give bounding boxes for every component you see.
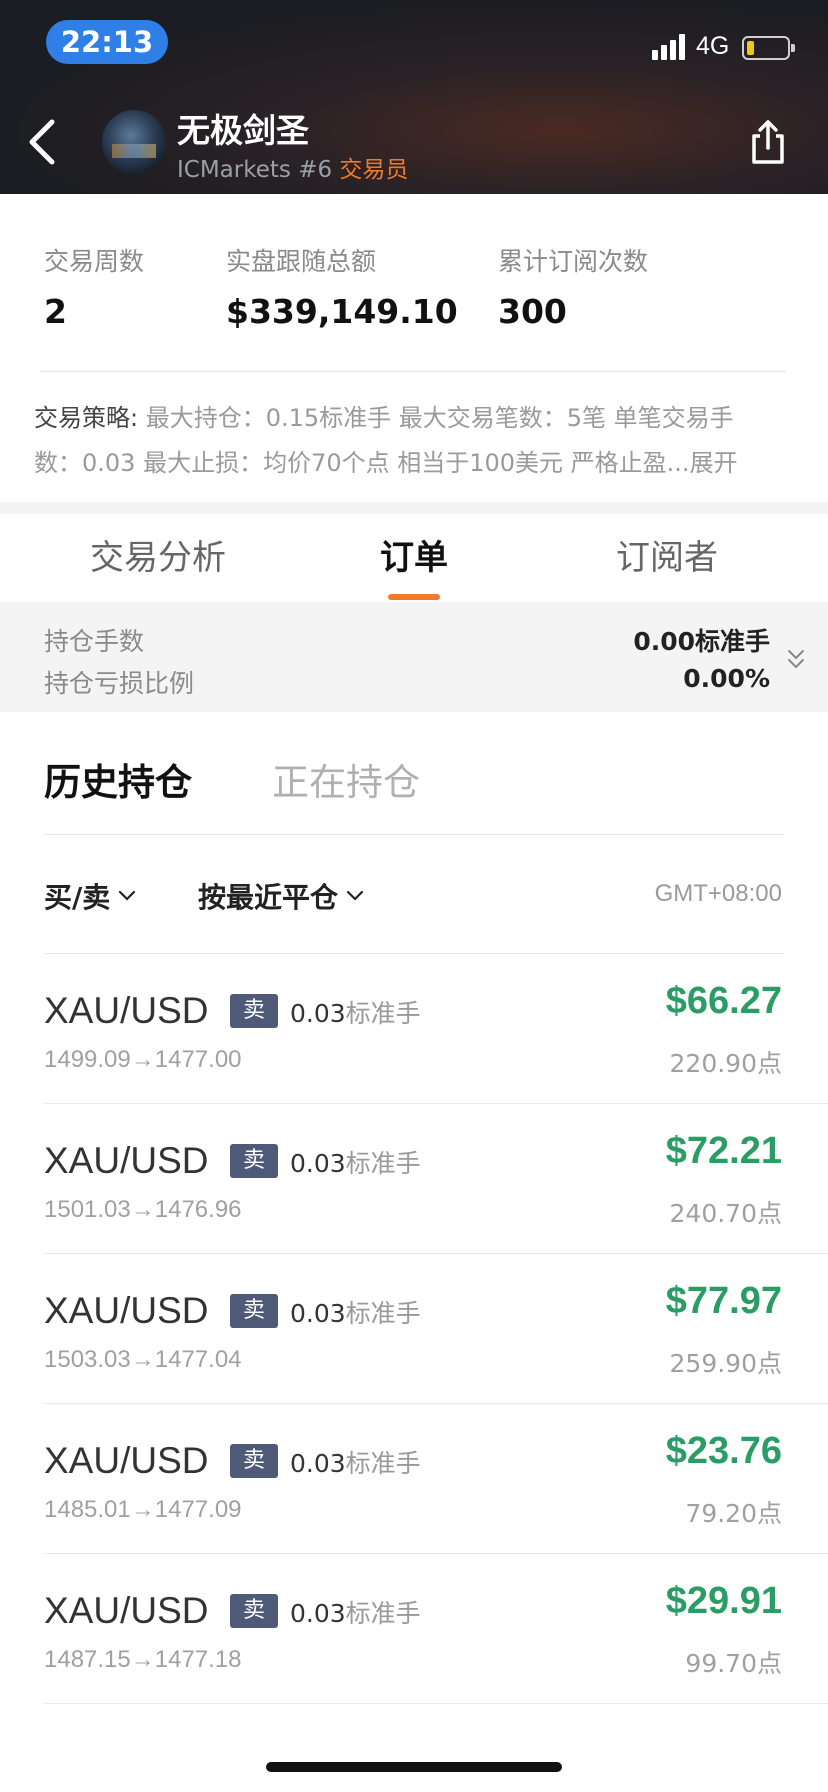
order-prices: 1503.03→1477.04 [44,1346,242,1373]
tab-subscribers[interactable]: 订阅者 [616,530,718,579]
order-profit: $72.21 [665,1130,782,1172]
status-time: 22:13 [46,20,168,64]
order-profit: $29.91 [665,1580,782,1622]
order-points: 220.90点 [669,1049,782,1078]
avatar[interactable] [102,110,166,174]
order-points: 240.70点 [669,1199,782,1228]
order-lots-unit: 标准手 [345,1449,421,1478]
order-profit: $23.76 [665,1430,782,1472]
divider [44,1703,828,1704]
order-lots-unit: 标准手 [345,1599,421,1628]
order-symbol: XAU/USD [44,990,209,1031]
signal-icon [652,34,688,60]
order-profit: $77.97 [665,1280,782,1322]
order-side-badge: 卖 [230,1594,278,1628]
broker-label: ICMarkets #6 [177,157,340,183]
stat-label-subscriptions: 累计订阅次数 [498,247,649,276]
active-tab-indicator [388,594,440,600]
chevron-down-icon [119,890,136,901]
order-symbol: XAU/USD [44,1140,209,1181]
divider [40,371,786,372]
order-lots: 0.03标准手 [290,1294,421,1330]
lots-value: 0.00标准手 [633,627,770,656]
strategy-text: 交易策略: 最大持仓：0.15标准手 最大交易笔数：5笔 单笔交易手 数：0.0… [34,396,804,486]
subtab-open[interactable]: 正在持仓 [272,752,420,806]
strategy-label: 交易策略: [34,404,139,432]
order-symbol: XAU/USD [44,1290,209,1331]
subtab-history[interactable]: 历史持仓 [44,752,192,806]
divider [44,834,784,835]
order-side-badge: 卖 [230,994,278,1028]
order-lots-value: 0.03 [290,1449,346,1478]
order-row[interactable]: XAU/USD 卖 0.03标准手 1499.09→1477.00 $66.27… [0,954,828,1104]
tab-analysis[interactable]: 交易分析 [90,530,226,579]
strategy-line-2: 数：0.03 最大止损：均价70个点 相当于100美元 严格止盈 [34,449,667,477]
expand-link[interactable]: 展开 [690,449,738,477]
order-side-badge: 卖 [230,1144,278,1178]
section-gap [0,502,828,514]
side-filter[interactable]: 买/卖 [44,876,136,916]
role-label: 交易员 [339,157,409,183]
home-indicator[interactable] [266,1762,562,1772]
order-symbol: XAU/USD [44,1440,209,1481]
chevron-down-icon [346,890,364,901]
sort-filter-label: 按最近平仓 [198,881,339,914]
order-lots-unit: 标准手 [345,999,421,1028]
order-lots-value: 0.03 [290,1299,346,1328]
expand-summary-button[interactable] [786,648,806,672]
order-prices: 1501.03→1476.96 [44,1196,242,1223]
lots-label: 持仓手数 [44,627,145,656]
order-row[interactable]: XAU/USD 卖 0.03标准手 1485.01→1477.09 $23.76… [0,1404,828,1554]
order-row[interactable]: XAU/USD 卖 0.03标准手 1501.03→1476.96 $72.21… [0,1104,828,1254]
order-prices: 1487.15→1477.18 [44,1646,242,1673]
sort-filter[interactable]: 按最近平仓 [198,876,364,916]
timezone-label: GMT+08:00 [654,880,782,907]
order-prices: 1499.09→1477.00 [44,1046,242,1073]
header: 22:13 4G 无极剑圣 ICMarkets #6 交易员 [0,0,828,194]
order-lots: 0.03标准手 [290,1144,421,1180]
order-lots-unit: 标准手 [345,1299,421,1328]
order-symbol: XAU/USD [44,1590,209,1631]
order-points: 259.90点 [669,1349,782,1378]
order-lots-value: 0.03 [290,1599,346,1628]
order-prices: 1485.01→1477.09 [44,1496,242,1523]
order-row[interactable]: XAU/USD 卖 0.03标准手 1503.03→1477.04 $77.97… [0,1254,828,1404]
battery-icon [742,36,795,60]
order-lots-value: 0.03 [290,999,346,1028]
side-filter-label: 买/卖 [44,881,111,914]
order-lots: 0.03标准手 [290,1594,421,1630]
order-points: 79.20点 [685,1499,782,1528]
stat-value-subscriptions: 300 [498,292,567,331]
strategy-ellipsis: ... [666,449,690,477]
stat-value-weeks: 2 [44,292,67,331]
order-row[interactable]: XAU/USD 卖 0.03标准手 1487.15→1477.18 $29.91… [0,1554,828,1704]
stat-label-follow-total: 实盘跟随总额 [226,247,377,276]
back-button[interactable] [24,112,64,172]
stat-value-follow-total: $339,149.10 [226,292,458,331]
order-lots: 0.03标准手 [290,994,421,1030]
tab-orders[interactable]: 订单 [380,530,448,579]
order-lots-unit: 标准手 [345,1149,421,1178]
order-side-badge: 卖 [230,1294,278,1328]
order-lots: 0.03标准手 [290,1444,421,1480]
share-button[interactable] [748,118,788,166]
order-side-badge: 卖 [230,1444,278,1478]
pnl-ratio-label: 持仓亏损比例 [44,669,195,698]
stat-label-weeks: 交易周数 [44,247,145,276]
trader-subtitle: ICMarkets #6 交易员 [177,150,408,184]
strategy-line-1: 最大持仓：0.15标准手 最大交易笔数：5笔 单笔交易手 [138,404,734,432]
share-icon [752,120,784,164]
order-lots-value: 0.03 [290,1149,346,1178]
order-points: 99.70点 [685,1649,782,1678]
double-chevron-down-icon [788,650,804,669]
chevron-left-icon [29,119,55,165]
order-profit: $66.27 [665,980,782,1022]
position-summary: 持仓手数 0.00标准手 持仓亏损比例 0.00% [0,602,828,712]
trader-name: 无极剑圣 [177,111,309,150]
pnl-ratio-value: 0.00% [683,664,770,693]
network-label: 4G [696,32,730,60]
